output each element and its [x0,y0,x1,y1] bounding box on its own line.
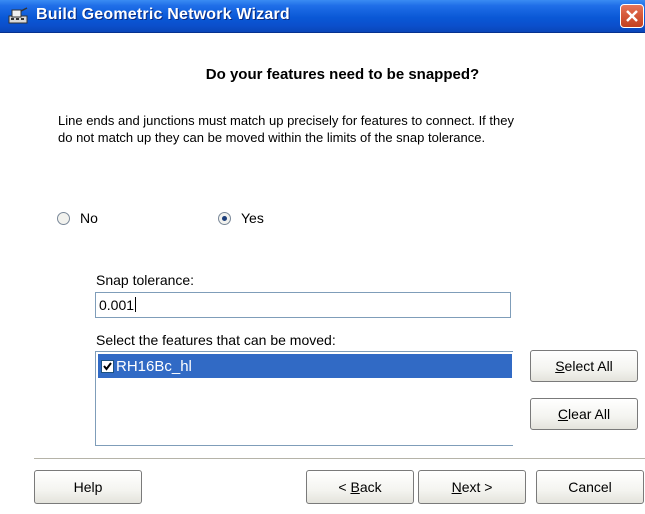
radio-yes-button[interactable] [218,211,231,225]
window-title: Build Geometric Network Wizard [36,6,290,23]
footer-divider [34,458,645,459]
radio-yes[interactable]: Yes [218,210,264,226]
clear-all-button[interactable]: Clear All [530,398,638,430]
feature-checkbox[interactable] [101,359,114,373]
checkmark-icon [103,361,112,371]
back-accel: B [350,479,360,495]
radio-no-button[interactable] [57,211,70,225]
snap-tolerance-value: 0.001 [99,297,135,313]
page-heading: Do your features need to be snapped? [205,66,480,83]
description-text: Line ends and junctions must match up pr… [58,113,514,145]
select-all-button[interactable]: Select All [530,350,638,382]
radio-no-label: No [80,210,98,226]
network-wizard-icon [8,7,30,25]
cancel-label: Cancel [568,479,612,495]
snap-tolerance-input[interactable]: 0.001 [95,292,511,318]
next-accel: N [451,479,462,495]
close-button[interactable] [620,4,644,28]
back-button[interactable]: < Back [306,470,414,504]
title-bar[interactable]: Build Geometric Network Wizard [0,0,645,33]
select-all-accel: S [555,358,565,374]
help-label: Help [73,479,103,495]
radio-yes-label: Yes [241,210,264,226]
wizard-window: Build Geometric Network Wizard Do your f… [0,0,645,514]
clear-all-accel: C [557,406,569,422]
select-all-label: elect All [564,358,613,374]
next-label: ext > [461,479,493,495]
cancel-button[interactable]: Cancel [536,470,644,504]
help-button[interactable]: Help [34,470,142,504]
features-listbox[interactable]: RH16Bc_hl [95,351,513,446]
snap-tolerance-label: Snap tolerance: [96,272,195,288]
list-item[interactable]: RH16Bc_hl [98,354,512,378]
features-list-label: Select the features that can be moved: [96,332,336,348]
radio-no[interactable]: No [57,210,98,226]
back-prefix: < [338,479,351,495]
clear-all-label: lear All [568,406,611,422]
next-button[interactable]: Next > [418,470,526,504]
text-caret [135,297,137,312]
back-label: ack [359,479,382,495]
feature-label: RH16Bc_hl [116,357,192,375]
